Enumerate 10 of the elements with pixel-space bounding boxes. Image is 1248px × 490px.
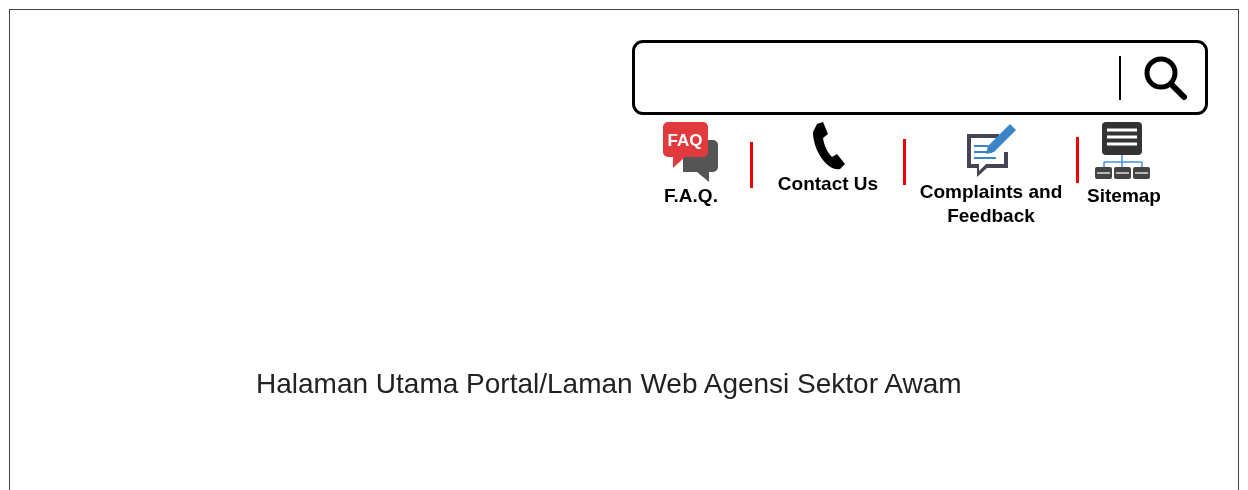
phone-icon (811, 122, 845, 172)
quick-link[interactable]: Complaints and Feedback (906, 122, 1076, 228)
quick-link[interactable]: Sitemap (1079, 122, 1169, 208)
search-field[interactable] (632, 40, 1208, 115)
search-button[interactable] (1143, 54, 1187, 101)
page-caption: Halaman Utama Portal/Laman Web Agensi Sektor Awam (256, 368, 963, 400)
quick-link[interactable]: FAQ F.A.Q. (632, 122, 750, 208)
feedback-form-icon (964, 122, 1018, 180)
quick-link[interactable]: Contact Us (753, 122, 903, 196)
search-icon (1143, 54, 1187, 101)
